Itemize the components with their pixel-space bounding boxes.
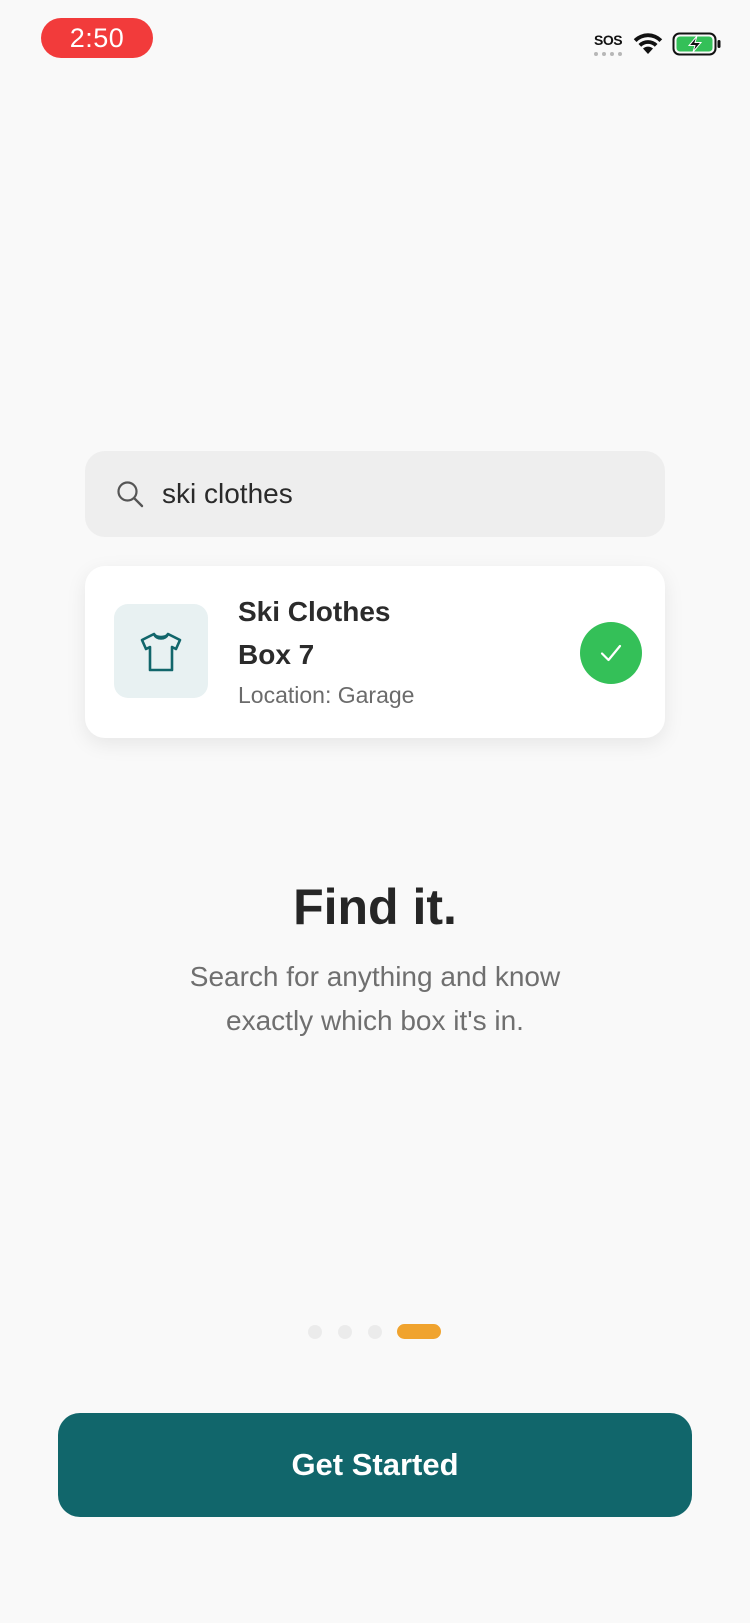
signal-dots-icon (594, 52, 622, 56)
battery-charging-icon (672, 32, 721, 56)
page-dot-2[interactable] (338, 1325, 352, 1339)
page-indicator (308, 1324, 442, 1340)
item-name: Ski Clothes (238, 596, 391, 627)
search-icon (117, 481, 144, 508)
item-location: Location: Garage (238, 682, 415, 708)
search-result-card[interactable]: Ski Clothes Box 7 Location: Garage (85, 566, 665, 738)
page-dot-4-active[interactable] (397, 1324, 441, 1339)
item-thumbnail (114, 604, 208, 698)
status-bar: 2:50 SOS (0, 0, 750, 80)
page-dot-1[interactable] (308, 1325, 322, 1339)
get-started-button[interactable]: Get Started (58, 1413, 692, 1517)
wifi-icon (633, 33, 663, 54)
onboarding-headline: Find it. (293, 879, 457, 935)
shirt-icon (140, 632, 182, 672)
onboarding-description: Search for anything and know exactly whi… (189, 961, 561, 1036)
found-badge (580, 622, 642, 684)
search-query: ski clothes (162, 478, 293, 509)
checkmark-icon (600, 644, 622, 662)
status-time: 2:50 (41, 18, 153, 58)
sos-indicator: SOS (594, 32, 623, 48)
page-dot-3[interactable] (368, 1325, 382, 1339)
search-field[interactable]: ski clothes (85, 451, 665, 537)
item-box-number: Box 7 (238, 639, 315, 670)
